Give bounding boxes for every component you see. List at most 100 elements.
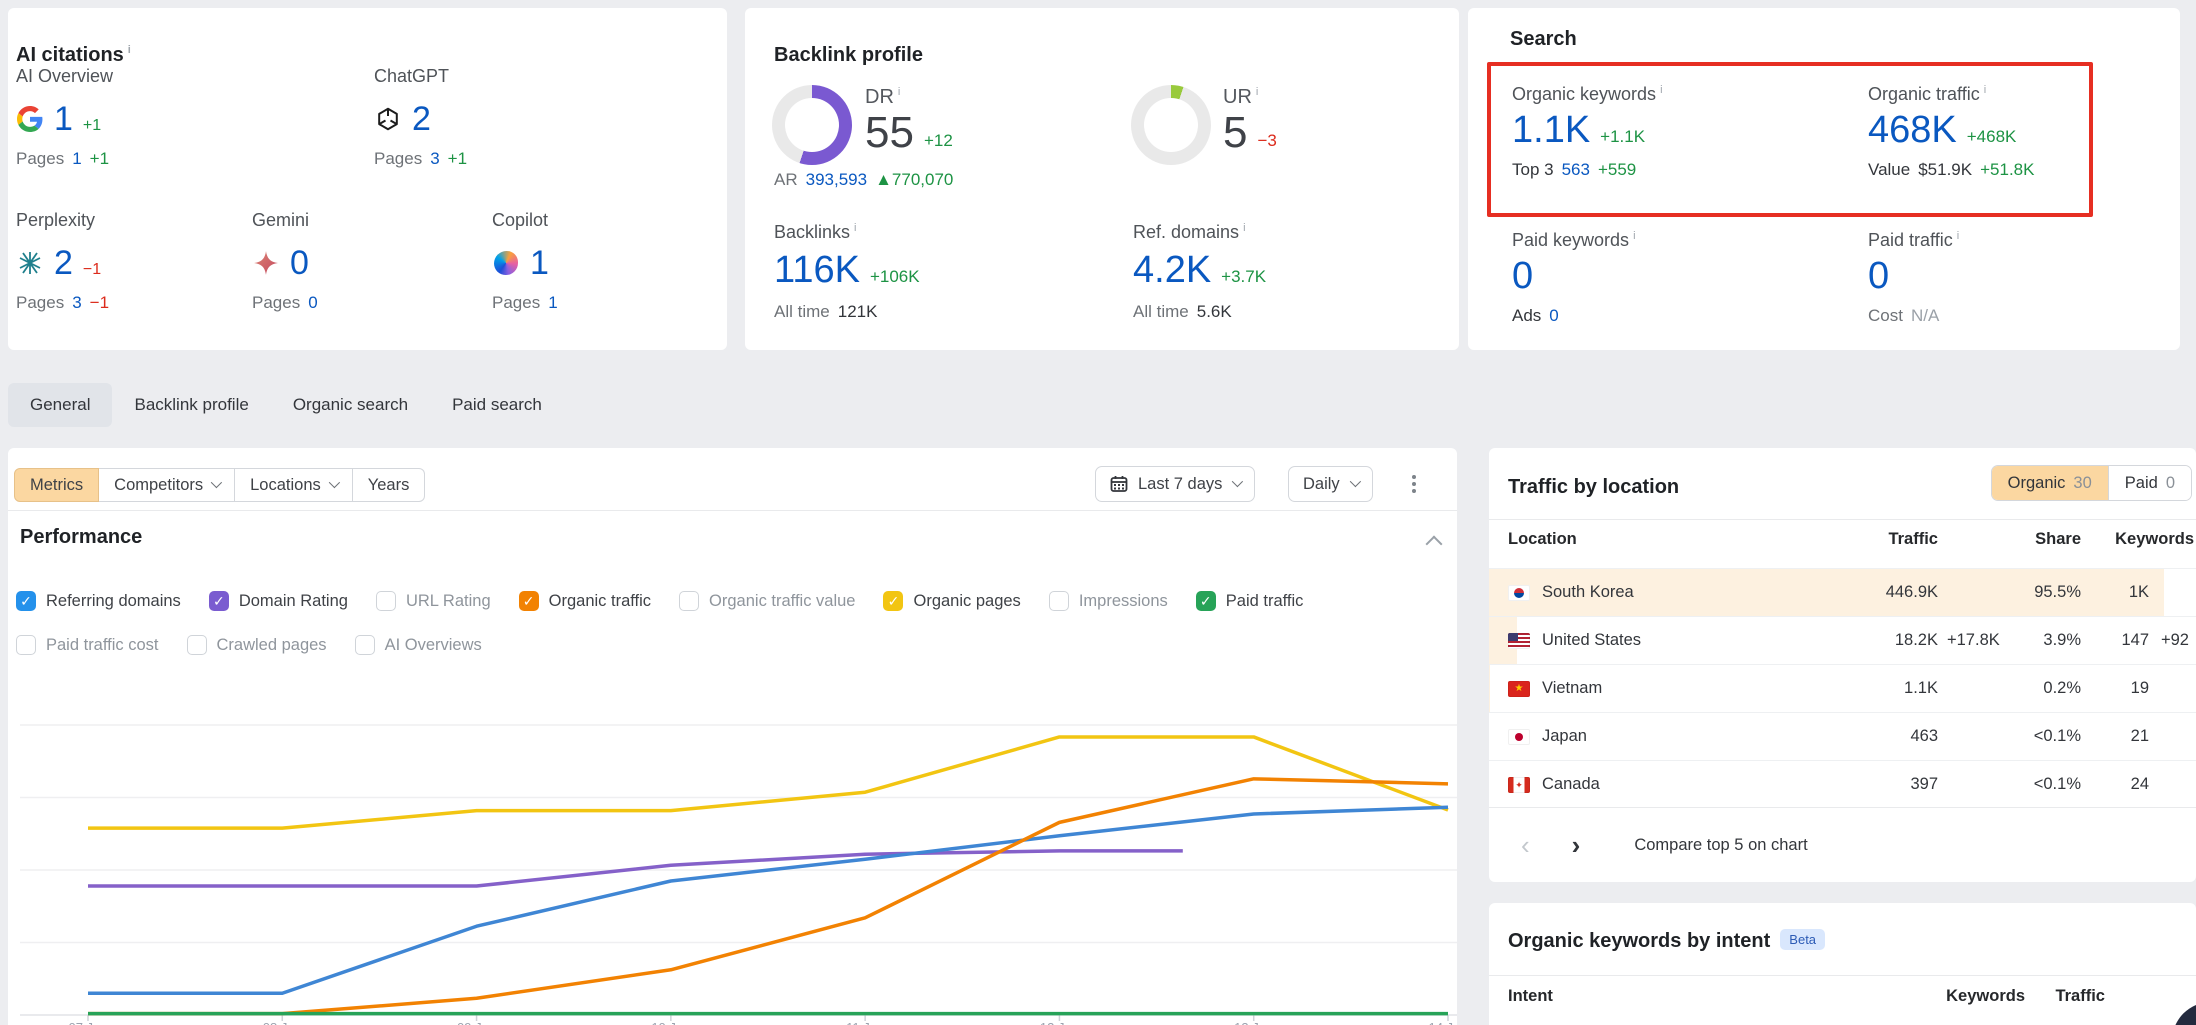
performance-chart[interactable]: 07 Jan08 Jan09 Jan10 Jan11 Jan12 Jan13 J… [8,660,1457,1025]
info-icon[interactable]: i [1957,230,1959,242]
organic-keywords-value[interactable]: 1.1K [1512,109,1590,152]
column-header-keywords[interactable]: Keywords [2102,530,2194,549]
domain-rating-block: DRi 55 +12 [865,86,953,155]
traffic-value: 446.9K [1838,569,1938,616]
paid-toggle-button[interactable]: Paid0 [2108,466,2191,500]
citation-count[interactable]: 2 [54,244,73,283]
beta-badge: Beta [1780,929,1825,950]
organic-paid-toggle: Organic30 Paid0 [1991,465,2192,501]
info-icon[interactable]: i [1660,84,1662,96]
chevron-down-icon [1349,475,1360,486]
organic-toggle-button[interactable]: Organic30 [1992,466,2108,500]
metric-checkbox-crawled-pages[interactable]: Crawled pages [187,635,327,655]
info-icon[interactable]: i [128,44,131,56]
metrics-filter-button[interactable]: Metrics [14,468,99,502]
location-name: Vietnam [1542,679,1602,698]
ahrefs-rank-row: AR 393,593 ▲770,070 [774,170,953,190]
locations-filter-button[interactable]: Locations [235,468,353,502]
info-icon[interactable]: i [1633,230,1635,242]
pages-count[interactable]: 1 [72,149,81,169]
keywords-link[interactable]: 19 [2049,665,2149,712]
citation-count[interactable]: 0 [290,244,309,283]
ahrefs-rank-link[interactable]: 393,593 [806,170,867,190]
ai-source-label: Perplexity [16,210,109,231]
traffic-row-united-states[interactable]: United States18.2K+17.8K3.9%147+92 [1489,616,2196,664]
citation-count[interactable]: 2 [412,100,431,139]
flag-kr-icon [1508,585,1530,601]
pages-count[interactable]: 1 [548,293,557,313]
paid-keywords-value[interactable]: 0 [1512,255,1533,297]
pages-count[interactable]: 3 [72,293,81,313]
collapse-section-icon[interactable] [1426,536,1443,553]
backlink-profile-title: Backlink profile [774,44,923,67]
ai-source-label: ChatGPT [374,66,467,87]
traffic-value: 1.1K [1838,665,1938,712]
copilot-icon [494,251,518,275]
next-page-icon[interactable]: › [1572,832,1581,858]
info-icon[interactable]: i [898,86,900,98]
flag-jp-icon [1508,729,1530,745]
citation-count[interactable]: 1 [530,244,549,283]
citation-count[interactable]: 1 [54,100,73,139]
keywords-link[interactable]: 1K [2049,569,2149,616]
column-header-tr[interactable]: Traffic [2035,987,2105,1006]
ref-domains-value[interactable]: 4.2K [1133,249,1211,292]
prev-page-icon[interactable]: ‹ [1521,832,1530,858]
chevron-down-icon [211,476,222,487]
ai-source-label: AI Overview [16,66,113,87]
info-icon[interactable]: i [1984,84,1986,96]
paid-traffic-block: Paid traffici 0 Cost N/A [1868,230,1959,326]
traffic-row-canada[interactable]: Canada397<0.1%24 [1489,760,2196,808]
tab-backlink-profile[interactable]: Backlink profile [112,383,270,427]
metric-checkbox-ai-overviews[interactable]: AI Overviews [355,635,482,655]
more-options-icon[interactable] [1412,482,1416,486]
column-header-kw[interactable]: Keywords [1925,987,2025,1006]
column-header-traffic[interactable]: Traffic [1838,530,1938,549]
metric-checkbox-domain-rating[interactable]: ✓Domain Rating [209,591,348,611]
date-range-button[interactable]: Last 7 days [1095,466,1255,502]
location-name: South Korea [1542,583,1634,602]
keywords-link[interactable]: 147 [2049,617,2149,664]
years-filter-button[interactable]: Years [353,468,426,502]
organic-traffic-value[interactable]: 468K [1868,109,1957,152]
column-header-intent[interactable]: Intent [1508,987,1553,1006]
x-axis-label: 07 Jan [68,1020,107,1025]
metric-checkbox-paid-traffic[interactable]: ✓Paid traffic [1196,591,1304,611]
tab-paid-search[interactable]: Paid search [430,383,564,427]
ai-citation-chatgpt: ChatGPT2Pages3+1 [374,66,467,169]
organic-keywords-block: Organic keywordsi 1.1K +1.1K Top 3 563 +… [1512,84,1663,180]
backlinks-block: Backlinksi 116K +106K All time 121K [774,222,920,322]
column-header-location[interactable]: Location [1508,530,1577,549]
traffic-row-vietnam[interactable]: Vietnam1.1K0.2%19 [1489,664,2196,712]
tab-organic-search[interactable]: Organic search [271,383,430,427]
paid-traffic-value[interactable]: 0 [1868,255,1889,297]
keywords-delta: +92 [2161,617,2189,664]
metric-checkbox-row: Paid traffic cost Crawled pages AI Overvie… [16,632,482,658]
domain-rating-delta: +12 [924,131,953,151]
top3-link[interactable]: 563 [1562,160,1590,180]
perplexity-icon [17,250,43,276]
column-header-share[interactable]: Share [1981,530,2081,549]
metric-checkbox-organic-traffic[interactable]: ✓Organic traffic [519,591,651,611]
pages-count[interactable]: 0 [308,293,317,313]
keywords-link[interactable]: 24 [2049,761,2149,808]
info-icon[interactable]: i [1243,222,1245,234]
metric-checkbox-url-rating[interactable]: URL Rating [376,591,491,611]
metric-checkbox-paid-traffic-cost[interactable]: Paid traffic cost [16,635,159,655]
competitors-filter-button[interactable]: Competitors [99,468,235,502]
pages-count[interactable]: 3 [430,149,439,169]
metric-checkbox-organic-pages[interactable]: ✓Organic pages [883,591,1020,611]
organic-traffic-block: Organic traffici 468K +468K Value $51.9K… [1868,84,2034,180]
backlinks-value[interactable]: 116K [774,249,860,292]
traffic-row-japan[interactable]: Japan463<0.1%21 [1489,712,2196,760]
traffic-row-south-korea[interactable]: South Korea446.9K95.5%1K [1489,568,2196,616]
info-icon[interactable]: i [854,222,856,234]
metric-checkbox-impressions[interactable]: Impressions [1049,591,1168,611]
metric-checkbox-organic-traffic-value[interactable]: Organic traffic value [679,591,855,611]
info-icon[interactable]: i [1256,86,1258,98]
granularity-button[interactable]: Daily [1288,466,1373,502]
tab-general[interactable]: General [8,383,112,427]
compare-top5-label[interactable]: Compare top 5 on chart [1634,836,1807,855]
metric-checkbox-referring-domains[interactable]: ✓Referring domains [16,591,181,611]
keywords-link[interactable]: 21 [2049,713,2149,760]
